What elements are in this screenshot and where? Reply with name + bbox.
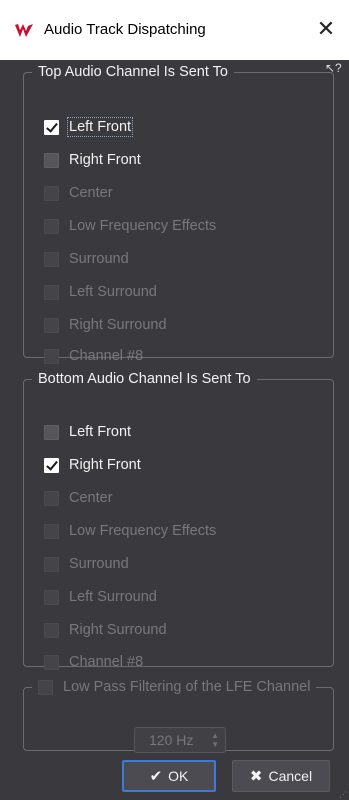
bottom-checkbox-left-front[interactable] (44, 424, 59, 440)
bottom-checkbox-center (44, 490, 59, 506)
lfe-frequency-value: 120 Hz (149, 732, 194, 748)
top-checkbox-channel-8 (44, 348, 59, 364)
top-label-left-front: Left Front (66, 117, 134, 137)
lfe-filter-checkbox (38, 679, 53, 695)
bottom-option-surround: Surround (44, 553, 129, 575)
close-icon[interactable]: ✕ (313, 16, 339, 42)
bottom-label-channel-8: Channel #8 (69, 654, 144, 670)
lfe-filter-group: Low Pass Filtering of the LFE Channel 12… (23, 679, 334, 753)
top-label-channel-8: Channel #8 (69, 348, 144, 364)
top-group-title: Top Audio Channel Is Sent To (38, 64, 228, 80)
cancel-button-label: Cancel (268, 768, 313, 784)
top-option-surround: Surround (44, 248, 129, 270)
window-title: Audio Track Dispatching (44, 21, 206, 38)
bottom-channel-group: Bottom Audio Channel Is Sent To Left Fro… (23, 371, 334, 670)
top-checkbox-center (44, 185, 59, 201)
cancel-button[interactable]: ✖ Cancel (232, 760, 330, 792)
checkmark-icon: ✔ (149, 768, 163, 785)
bottom-checkbox-surround (44, 556, 59, 572)
top-label-center: Center (69, 185, 113, 201)
lfe-filter-label: Low Pass Filtering of the LFE Channel (63, 679, 311, 695)
bottom-group-title: Bottom Audio Channel Is Sent To (38, 371, 251, 387)
top-label-right-front: Right Front (69, 152, 141, 168)
top-option-left-front[interactable]: Left Front (44, 116, 134, 138)
bottom-checkbox-left-surround (44, 589, 59, 605)
top-channel-group: Top Audio Channel Is Sent To Left Front … (23, 64, 334, 364)
resize-grip-icon[interactable]: ⋰ (339, 790, 347, 799)
bottom-option-right-surround: Right Surround (44, 619, 167, 641)
top-option-left-surround: Left Surround (44, 281, 157, 303)
bottom-option-channel-8: Channel #8 (44, 651, 143, 673)
top-label-lfe: Low Frequency Effects (69, 218, 217, 234)
bottom-label-left-surround: Left Surround (69, 589, 157, 605)
lfe-filter-legend: Low Pass Filtering of the LFE Channel (32, 679, 316, 695)
bottom-option-left-surround: Left Surround (44, 586, 157, 608)
wavelab-logo-icon (14, 22, 34, 40)
top-checkbox-right-front[interactable] (44, 152, 59, 168)
ok-button[interactable]: ✔ OK (122, 760, 216, 792)
top-label-left-surround: Left Surround (69, 284, 157, 300)
bottom-label-right-front: Right Front (69, 457, 141, 473)
top-option-right-front[interactable]: Right Front (44, 149, 141, 171)
top-checkbox-surround (44, 251, 59, 267)
top-option-right-surround: Right Surround (44, 314, 167, 336)
top-option-channel-8: Channel #8 (44, 345, 143, 367)
top-label-right-surround: Right Surround (69, 317, 167, 333)
bottom-label-lfe: Low Frequency Effects (69, 523, 217, 539)
lfe-frequency-spinbox: 120 Hz ▲ ▼ (134, 727, 226, 753)
bottom-label-surround: Surround (69, 556, 129, 572)
top-option-center: Center (44, 182, 113, 204)
bottom-label-center: Center (69, 490, 113, 506)
title-bar: Audio Track Dispatching ✕ (0, 0, 349, 60)
spinbox-arrows-icon: ▲ ▼ (211, 731, 219, 749)
top-checkbox-left-front[interactable] (44, 119, 59, 135)
top-checkbox-left-surround (44, 284, 59, 300)
cross-icon: ✖ (249, 768, 263, 785)
bottom-label-left-front: Left Front (69, 424, 132, 440)
bottom-checkbox-right-front[interactable] (44, 457, 59, 473)
top-checkbox-right-surround (44, 317, 59, 333)
top-label-surround: Surround (69, 251, 129, 267)
bottom-option-center: Center (44, 487, 113, 509)
top-option-lfe: Low Frequency Effects (44, 215, 216, 237)
ok-button-label: OK (168, 768, 189, 784)
bottom-checkbox-right-surround (44, 622, 59, 638)
bottom-checkbox-channel-8 (44, 654, 59, 670)
bottom-option-right-front[interactable]: Right Front (44, 454, 141, 476)
top-checkbox-lfe (44, 218, 59, 234)
bottom-checkbox-lfe (44, 523, 59, 539)
bottom-label-right-surround: Right Surround (69, 622, 167, 638)
bottom-option-left-front[interactable]: Left Front (44, 421, 131, 443)
bottom-option-lfe: Low Frequency Effects (44, 520, 216, 542)
